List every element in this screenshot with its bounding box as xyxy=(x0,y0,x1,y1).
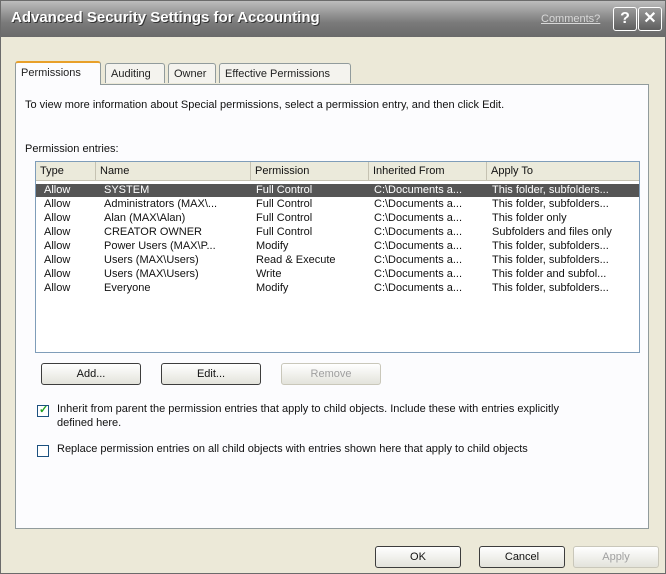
tab-effective-permissions[interactable]: Effective Permissions xyxy=(219,63,351,83)
column-header-permission[interactable]: Permission xyxy=(251,162,369,180)
cell-inherited-from: C:\Documents a... xyxy=(374,282,463,294)
cell-name: Alan (MAX\Alan) xyxy=(104,212,186,224)
apply-button[interactable]: Apply xyxy=(573,546,659,568)
table-row[interactable]: Allow Administrators (MAX\... Full Control… xyxy=(36,198,639,211)
cell-type: Allow xyxy=(44,212,71,224)
cell-name: SYSTEM xyxy=(104,184,150,196)
tab-permissions[interactable]: Permissions xyxy=(15,61,101,85)
cell-inherited-from: C:\Documents a... xyxy=(374,212,463,224)
cell-permission: Write xyxy=(256,268,282,280)
table-row[interactable]: Allow Alan (MAX\Alan) Full Control C:\Docum… xyxy=(36,212,639,225)
table-row[interactable]: Allow Power Users (MAX\P... Modify C:\Docum… xyxy=(36,240,639,253)
cell-type: Allow xyxy=(44,268,71,280)
cell-name: Users (MAX\Users) xyxy=(104,254,199,266)
replace-checkbox-label: Replace permission entries on all child … xyxy=(57,443,528,455)
cell-type: Allow xyxy=(44,226,71,238)
cell-name: Users (MAX\Users) xyxy=(104,268,199,280)
help-button[interactable]: ? xyxy=(613,7,637,31)
cell-inherited-from: C:\Documents a... xyxy=(374,254,463,266)
tab-auditing[interactable]: Auditing xyxy=(105,63,165,83)
cell-apply-to: This folder, subfolders... xyxy=(492,184,609,196)
cell-apply-to: This folder and subfol... xyxy=(492,268,607,280)
list-header: Type Name Permission Inherited From Appl… xyxy=(36,162,639,181)
window-title: Advanced Security Settings for Accountin… xyxy=(11,9,320,26)
cell-permission: Modify xyxy=(256,282,289,294)
cell-permission: Full Control xyxy=(256,184,313,196)
table-row[interactable]: Allow Users (MAX\Users) Write C:\Documents … xyxy=(36,268,639,281)
table-row[interactable]: Allow Users (MAX\Users) Read & Execute C:\D… xyxy=(36,254,639,267)
cell-name: Power Users (MAX\P... xyxy=(104,240,216,252)
edit-button[interactable]: Edit... xyxy=(161,363,261,385)
cell-permission: Modify xyxy=(256,240,289,252)
remove-button[interactable]: Remove xyxy=(281,363,381,385)
instructions-text: To view more information about Special p… xyxy=(25,99,505,111)
title-bar[interactable]: Advanced Security Settings for Accountin… xyxy=(1,1,665,37)
inherit-checkbox[interactable]: ✓ xyxy=(37,404,49,417)
cell-apply-to: This folder, subfolders... xyxy=(492,282,609,294)
cell-name: Everyone xyxy=(104,282,151,294)
column-header-name[interactable]: Name xyxy=(96,162,251,180)
inherit-checkbox-label-line2: defined here. xyxy=(57,417,122,429)
cell-apply-to: This folder, subfolders... xyxy=(492,240,609,252)
cell-apply-to: Subfolders and files only xyxy=(492,226,612,238)
cell-name: Administrators (MAX\... xyxy=(104,198,218,210)
inherit-checkbox-label-line1: Inherit from parent the permission entri… xyxy=(57,403,559,415)
cell-apply-to: This folder, subfolders... xyxy=(492,198,609,210)
cell-inherited-from: C:\Documents a... xyxy=(374,268,463,280)
column-header-inherited-from[interactable]: Inherited From xyxy=(369,162,487,180)
ok-button[interactable]: OK xyxy=(375,546,461,568)
permission-entries-label: Permission entries: xyxy=(25,143,119,155)
add-button[interactable]: Add... xyxy=(41,363,141,385)
cancel-button[interactable]: Cancel xyxy=(479,546,565,568)
table-row[interactable]: Allow Everyone Modify C:\Documents a... This… xyxy=(36,282,639,295)
cell-type: Allow xyxy=(44,240,71,252)
cell-permission: Full Control xyxy=(256,226,313,238)
checkmark-icon: ✓ xyxy=(39,404,49,416)
replace-checkbox[interactable] xyxy=(37,445,49,457)
cell-permission: Full Control xyxy=(256,212,313,224)
tab-owner[interactable]: Owner xyxy=(168,63,216,83)
cell-inherited-from: C:\Documents a... xyxy=(374,240,463,252)
dialog-window: Advanced Security Settings for Accountin… xyxy=(0,0,666,574)
cell-type: Allow xyxy=(44,254,71,266)
cell-type: Allow xyxy=(44,282,71,294)
permission-entries-list[interactable]: Type Name Permission Inherited From Appl… xyxy=(35,161,640,353)
cell-apply-to: This folder, subfolders... xyxy=(492,254,609,266)
cell-inherited-from: C:\Documents a... xyxy=(374,226,463,238)
table-row[interactable]: Allow SYSTEM Full Control C:\Documents a...… xyxy=(36,184,639,197)
cell-name: CREATOR OWNER xyxy=(104,226,202,238)
cell-apply-to: This folder only xyxy=(492,212,567,224)
table-row[interactable]: Allow CREATOR OWNER Full Control C:\Documen… xyxy=(36,226,639,239)
cell-inherited-from: C:\Documents a... xyxy=(374,198,463,210)
close-button[interactable]: ✕ xyxy=(638,7,662,31)
cell-type: Allow xyxy=(44,198,71,210)
column-header-apply-to[interactable]: Apply To xyxy=(487,162,639,180)
cell-permission: Full Control xyxy=(256,198,313,210)
cell-permission: Read & Execute xyxy=(256,254,336,266)
column-header-type[interactable]: Type xyxy=(36,162,96,180)
cell-inherited-from: C:\Documents a... xyxy=(374,184,463,196)
comments-link[interactable]: Comments? xyxy=(541,13,600,25)
cell-type: Allow xyxy=(44,184,71,196)
